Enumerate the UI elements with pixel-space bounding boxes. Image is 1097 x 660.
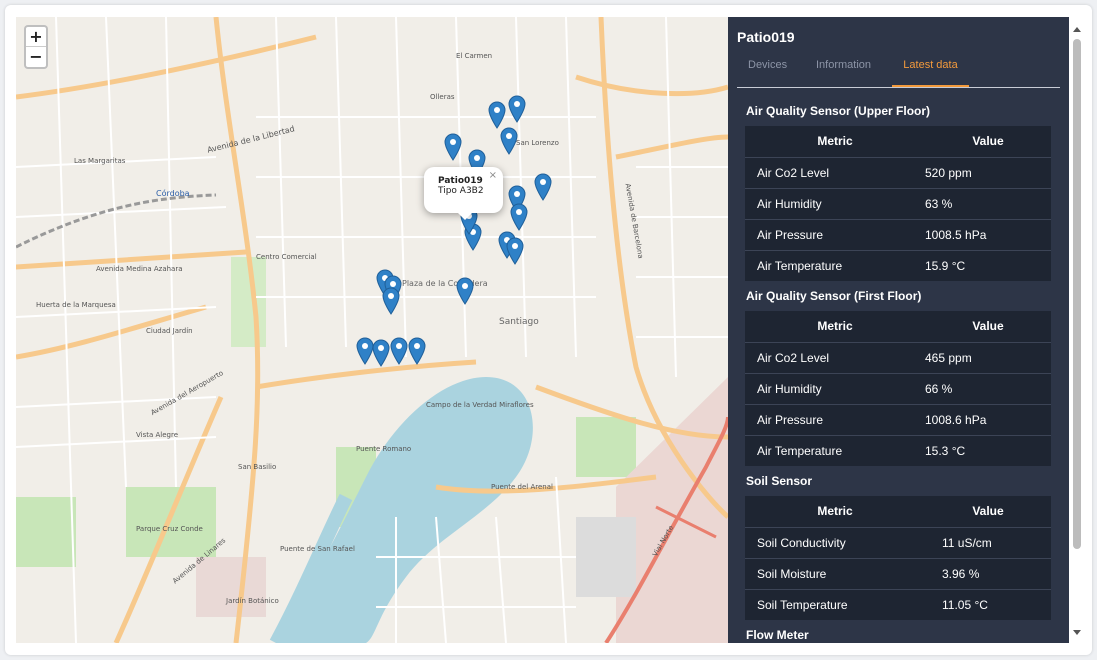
value-cell: 15.9 °C [925, 249, 1051, 281]
section-title: Air Quality Sensor (Upper Floor) [746, 104, 931, 118]
map-marker-icon[interactable] [382, 287, 400, 315]
map-label: Campo de la Verdad Miraflores [426, 401, 534, 409]
metric-cell: Air Co2 Level [745, 156, 925, 188]
map-view[interactable]: Avenida de la Libertad Córdoba Las Marga… [16, 17, 728, 643]
zoom-in-button[interactable]: + [26, 27, 46, 47]
zoom-control: + − [24, 25, 48, 69]
column-header: Metric [817, 319, 853, 334]
metric-cell: Air Temperature [745, 249, 925, 281]
metric-cell: Air Pressure [745, 218, 925, 250]
column-header: Metric [817, 134, 853, 149]
table-row: Air Humidity 66 % [745, 372, 1051, 404]
map-label: Puente del Arenal [491, 483, 553, 491]
value-cell: 520 ppm [925, 156, 1051, 188]
metric-cell: Air Co2 Level [745, 341, 925, 373]
metrics-table: Metric Value Air Co2 Level 465 ppm Air Hu… [745, 311, 1051, 466]
map-marker-icon[interactable] [534, 173, 552, 201]
metric-cell: Air Pressure [745, 403, 925, 435]
column-header: Metric [817, 504, 853, 519]
map-label: Parque Cruz Conde [136, 525, 203, 533]
popup-subtitle: Tipo A3B2 [438, 186, 484, 196]
value-cell: 15.3 °C [925, 434, 1051, 466]
value-cell: 1008.6 hPa [925, 403, 1051, 435]
table-row: Air Pressure 1008.6 hPa [745, 403, 1051, 435]
zoom-out-button[interactable]: − [26, 47, 46, 67]
table-row: Air Pressure 1008.5 hPa [745, 218, 1051, 250]
value-cell: 3.96 % [925, 557, 1051, 589]
tab-bar: Devices Information Latest data [737, 59, 1060, 88]
map-marker-icon[interactable] [372, 339, 390, 367]
details-panel: Patio019 Devices Information Latest data… [728, 17, 1069, 643]
map-marker-icon[interactable] [390, 337, 408, 365]
value-cell: 1008.5 hPa [925, 218, 1051, 250]
metrics-table: Metric Value Air Co2 Level 520 ppm Air Hu… [745, 126, 1051, 281]
panel-title: Patio019 [737, 29, 795, 45]
map-label: Puente de San Rafael [280, 545, 355, 553]
scroll-down-icon[interactable] [1073, 630, 1081, 635]
map-marker-icon[interactable] [456, 277, 474, 305]
table-row: Soil Conductivity 11 uS/cm [745, 526, 1051, 558]
map-label: Santiago [499, 317, 539, 327]
map-label: Puente Romano [356, 445, 412, 453]
map-marker-icon[interactable] [408, 337, 426, 365]
table-row: Air Co2 Level 520 ppm [745, 156, 1051, 188]
table-row: Air Co2 Level 465 ppm [745, 341, 1051, 373]
column-header: Value [972, 319, 1004, 334]
section-title: Flow Meter [746, 628, 809, 642]
marker-popup: × Patio019 Tipo A3B2 [424, 167, 503, 220]
value-cell: 465 ppm [925, 341, 1051, 373]
map-label: Olleras [430, 93, 455, 101]
column-header: Value [972, 134, 1004, 149]
table-row: Air Temperature 15.9 °C [745, 249, 1051, 281]
metric-cell: Soil Conductivity [745, 526, 925, 558]
map-label: Avenida Medina Azahara [96, 265, 183, 273]
close-icon[interactable]: × [489, 170, 497, 181]
map-label: Córdoba [156, 189, 190, 198]
section-title: Soil Sensor [746, 474, 813, 488]
value-cell: 63 % [925, 187, 1051, 219]
map-label: San Basilio [238, 463, 277, 471]
map-marker-icon[interactable] [508, 95, 526, 123]
scroll-up-icon[interactable] [1073, 27, 1081, 32]
map-marker-icon[interactable] [444, 133, 462, 161]
value-cell: 66 % [925, 372, 1051, 404]
tab-devices[interactable]: Devices [748, 59, 787, 87]
metric-cell: Soil Temperature [745, 588, 925, 620]
tab-latest-data[interactable]: Latest data [892, 59, 969, 87]
map-label: San Lorenzo [516, 139, 559, 147]
map-label: Vista Alegre [136, 431, 178, 439]
column-header: Value [972, 504, 1004, 519]
metric-cell: Air Temperature [745, 434, 925, 466]
metric-cell: Soil Moisture [745, 557, 925, 589]
map-label: Las Margaritas [74, 157, 126, 165]
map-marker-icon[interactable] [488, 101, 506, 129]
map-label: El Carmen [456, 52, 493, 60]
table-row: Soil Temperature 11.05 °C [745, 588, 1051, 620]
metrics-table: Metric Value Soil Conductivity 11 uS/cm S… [745, 496, 1051, 620]
map-label: Ciudad Jardín [146, 327, 193, 335]
map-marker-icon[interactable] [510, 203, 528, 231]
section-title: Air Quality Sensor (First Floor) [746, 289, 922, 303]
table-row: Air Temperature 15.3 °C [745, 434, 1051, 466]
table-row: Air Humidity 63 % [745, 187, 1051, 219]
map-marker-icon[interactable] [506, 237, 524, 265]
map-label: Plaza de la Corredera [402, 279, 488, 288]
tab-information[interactable]: Information [816, 59, 871, 87]
map-label: Jardín Botánico [226, 597, 279, 605]
metric-cell: Air Humidity [745, 187, 925, 219]
panel-scrollbar[interactable] [1069, 17, 1085, 643]
map-label: Centro Comercial [256, 253, 317, 261]
scrollbar-thumb[interactable] [1073, 39, 1081, 549]
map-label: Huerta de la Marquesa [36, 301, 116, 309]
value-cell: 11.05 °C [925, 588, 1051, 620]
table-row: Soil Moisture 3.96 % [745, 557, 1051, 589]
value-cell: 11 uS/cm [925, 526, 1051, 558]
map-marker-icon[interactable] [500, 127, 518, 155]
map-tiles [16, 17, 728, 643]
metric-cell: Air Humidity [745, 372, 925, 404]
